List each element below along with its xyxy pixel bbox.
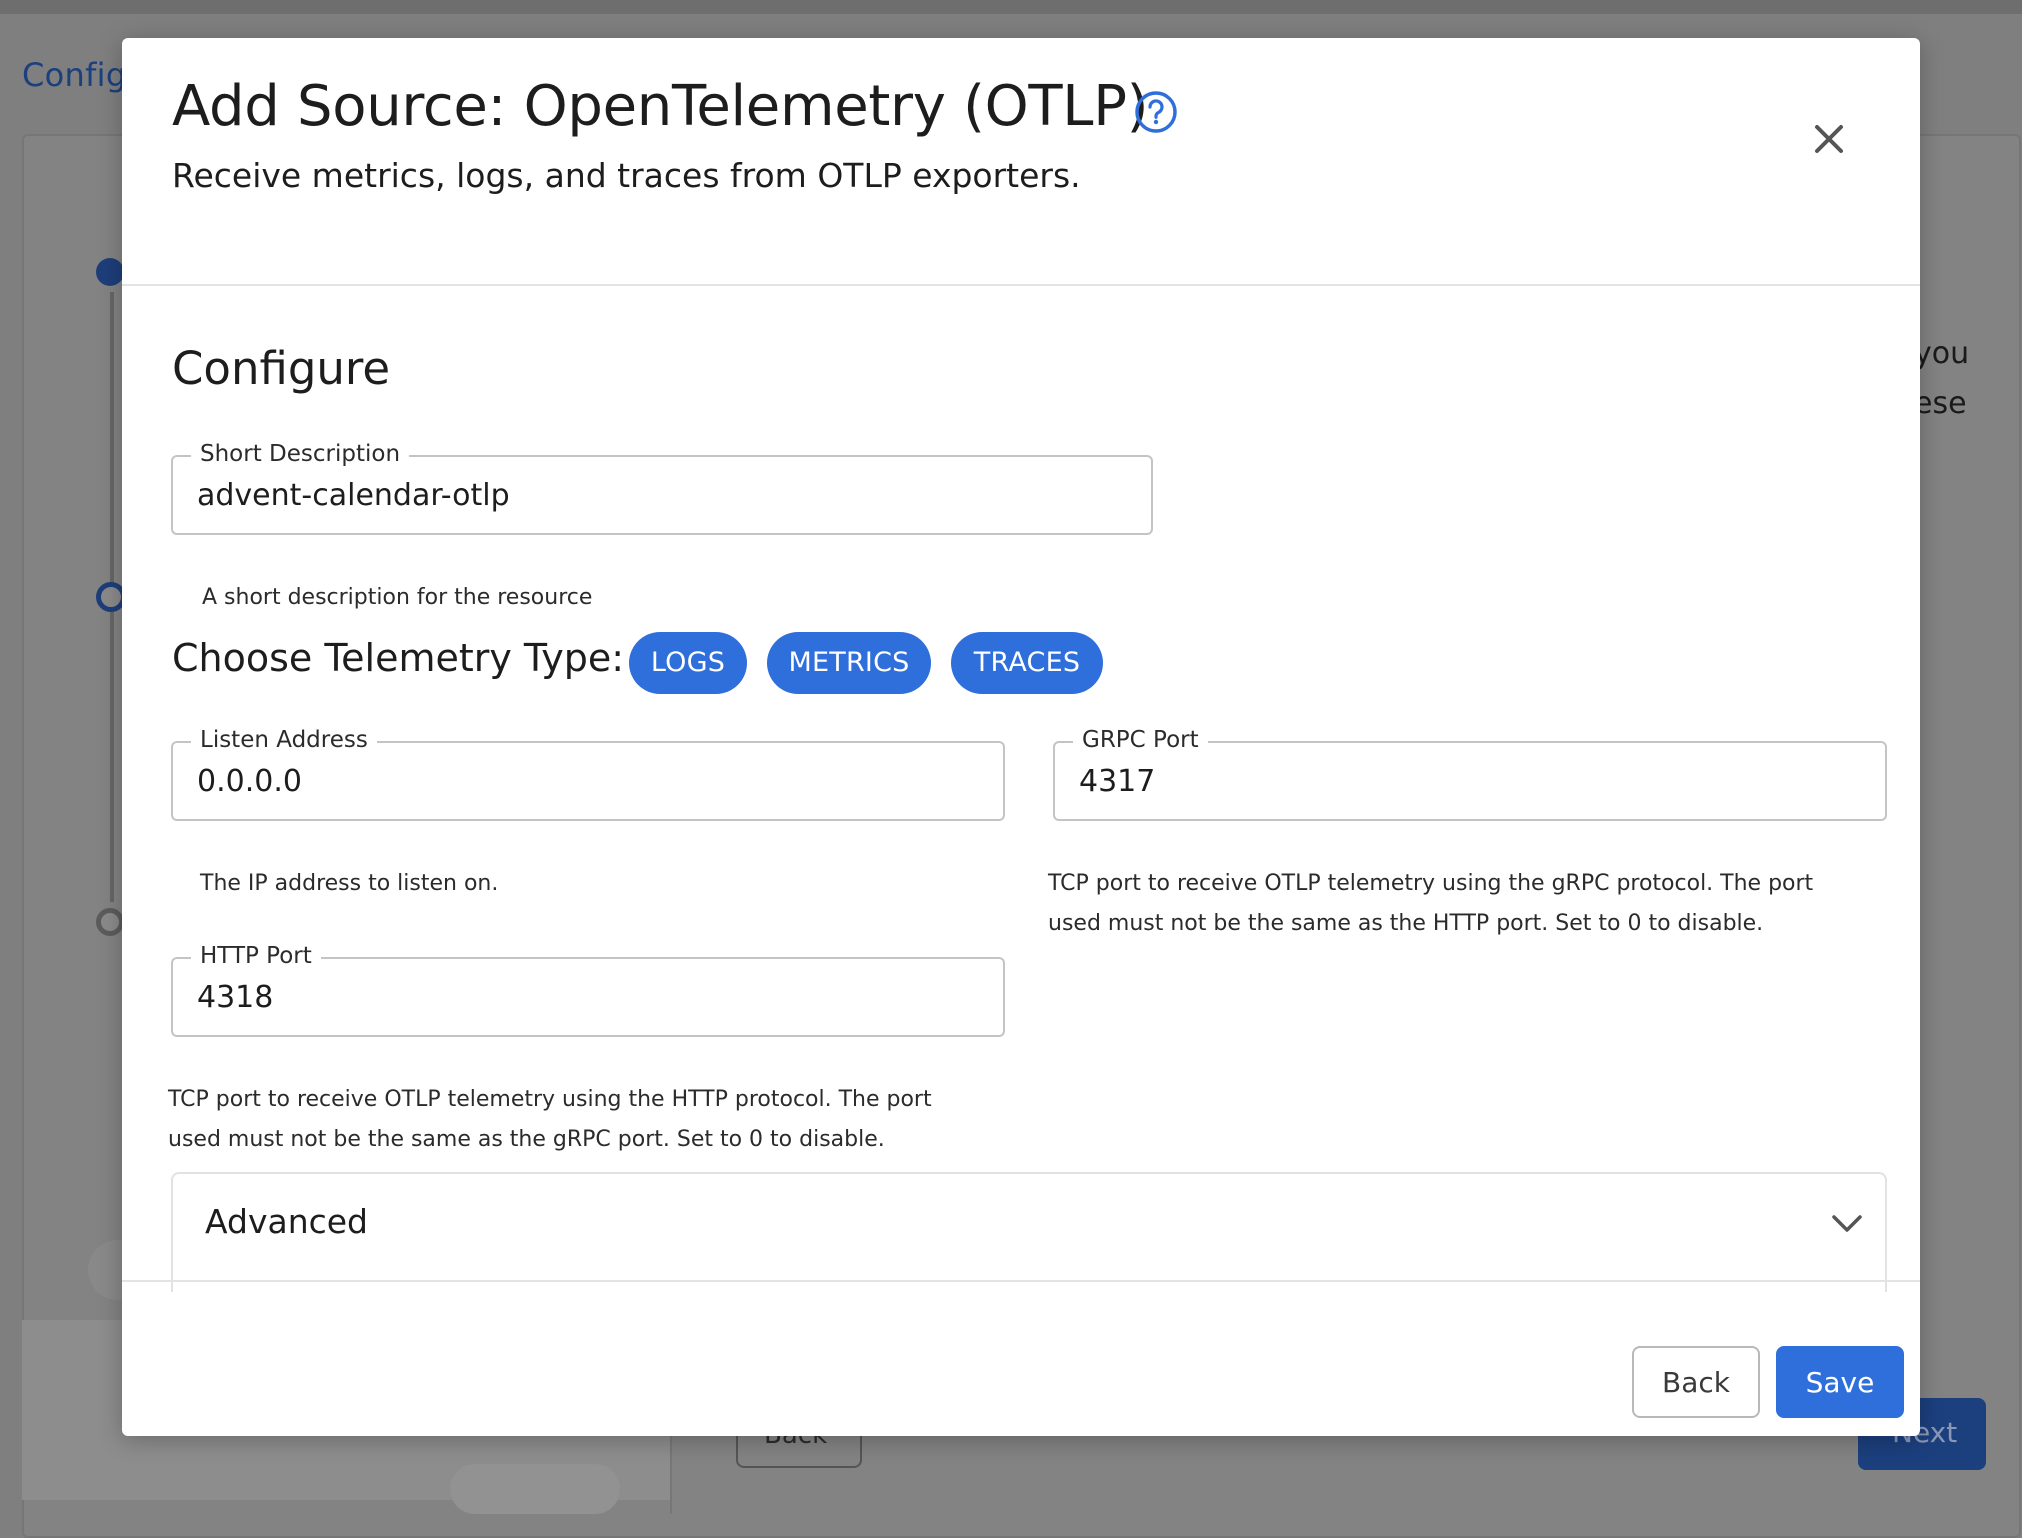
close-icon[interactable] bbox=[1802, 112, 1856, 166]
chevron-down-icon[interactable] bbox=[1831, 1214, 1863, 1234]
advanced-accordion[interactable]: Advanced bbox=[171, 1172, 1887, 1292]
listen-address-field: Listen Address bbox=[171, 725, 1005, 821]
footer-divider bbox=[122, 1280, 1920, 1282]
grpc-port-input[interactable] bbox=[1079, 759, 1861, 803]
background-pill bbox=[450, 1464, 620, 1514]
add-source-dialog: Add Source: OpenTelemetry (OTLP) Receive… bbox=[122, 38, 1920, 1436]
grpc-port-label: GRPC Port bbox=[1073, 725, 1208, 755]
grpc-port-field: GRPC Port bbox=[1053, 725, 1887, 821]
listen-address-label: Listen Address bbox=[191, 725, 377, 755]
listen-address-input[interactable] bbox=[197, 759, 979, 803]
background-top-bar bbox=[0, 0, 2022, 14]
chip-metrics[interactable]: METRICS bbox=[767, 632, 931, 694]
listen-address-helper: The IP address to listen on. bbox=[200, 871, 499, 896]
http-port-input[interactable] bbox=[197, 975, 979, 1019]
help-circle-icon[interactable] bbox=[1134, 90, 1178, 134]
advanced-label: Advanced bbox=[205, 1202, 369, 1241]
background-text-line-2: ese bbox=[1914, 386, 1967, 421]
grpc-port-helper: TCP port to receive OTLP telemetry using… bbox=[1048, 871, 1814, 936]
short-description-field: Short Description bbox=[171, 439, 1153, 535]
dialog-title: Add Source: OpenTelemetry (OTLP) bbox=[172, 74, 1149, 139]
short-description-helper: A short description for the resource bbox=[202, 585, 593, 610]
chip-logs[interactable]: LOGS bbox=[629, 632, 747, 694]
background-text-line-1: you bbox=[1914, 336, 1970, 371]
save-button[interactable]: Save bbox=[1776, 1346, 1904, 1418]
chip-traces[interactable]: TRACES bbox=[951, 632, 1103, 694]
http-port-label: HTTP Port bbox=[191, 941, 321, 971]
background-step-3 bbox=[96, 908, 124, 936]
background-step-1 bbox=[96, 258, 124, 286]
telemetry-type-label: Choose Telemetry Type: bbox=[172, 636, 625, 680]
back-button[interactable]: Back bbox=[1632, 1346, 1760, 1418]
http-port-helper: TCP port to receive OTLP telemetry using… bbox=[168, 1087, 932, 1152]
short-description-input[interactable] bbox=[197, 473, 1127, 517]
configure-heading: Configure bbox=[172, 342, 391, 395]
http-port-field: HTTP Port bbox=[171, 941, 1005, 1037]
header-divider bbox=[122, 284, 1920, 286]
dialog-subtitle: Receive metrics, logs, and traces from O… bbox=[172, 156, 1081, 195]
short-description-label: Short Description bbox=[191, 439, 410, 469]
